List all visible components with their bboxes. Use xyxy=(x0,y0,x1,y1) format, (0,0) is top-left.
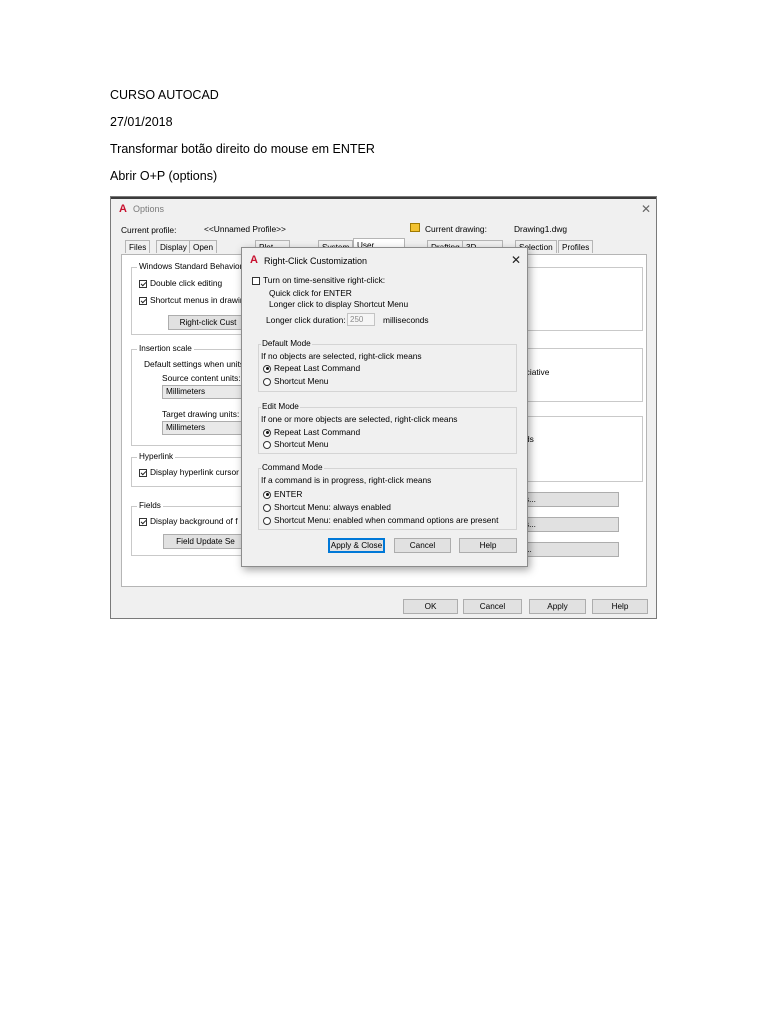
default-repeat-row[interactable]: Repeat Last Command xyxy=(263,363,360,373)
command-shortcut-always-row[interactable]: Shortcut Menu: always enabled xyxy=(263,502,391,512)
hyperlink-cursor-checkbox[interactable] xyxy=(139,468,147,477)
apply-close-button[interactable]: Apply & Close xyxy=(328,538,385,553)
shortcut-menus-row[interactable]: Shortcut menus in drawing xyxy=(139,295,249,305)
edit-shortcut-label: Shortcut Menu xyxy=(274,439,329,449)
right-button-2[interactable]: s... xyxy=(522,517,619,532)
edit-mode-group: Edit Mode If one or more objects are sel… xyxy=(258,402,517,454)
duration-unit: milliseconds xyxy=(383,315,429,325)
default-repeat-label: Repeat Last Command xyxy=(274,363,361,373)
hyperlink-legend: Hyperlink xyxy=(137,452,176,461)
apply-button[interactable]: Apply xyxy=(529,599,586,614)
doc-title: CURSO AUTOCAD xyxy=(110,88,219,102)
field-background-row[interactable]: Display background of f xyxy=(139,516,238,526)
command-shortcut-options-label: Shortcut Menu: enabled when command opti… xyxy=(274,515,499,525)
default-shortcut-row[interactable]: Shortcut Menu xyxy=(263,376,328,386)
autocad-logo-icon: A xyxy=(119,203,127,215)
target-units-label: Target drawing units: xyxy=(162,409,240,419)
duration-input[interactable]: 250 xyxy=(347,313,375,326)
shortcut-menus-checkbox[interactable] xyxy=(139,296,147,305)
default-shortcut-label: Shortcut Menu xyxy=(274,376,329,386)
time-sensitive-row[interactable]: Turn on time-sensitive right-click: xyxy=(252,275,385,285)
double-click-checkbox[interactable] xyxy=(139,279,147,288)
edit-repeat-row[interactable]: Repeat Last Command xyxy=(263,427,360,437)
cancel-button[interactable]: Cancel xyxy=(463,599,522,614)
default-settings-text: Default settings when units xyxy=(144,359,245,369)
time-sensitive-checkbox[interactable] xyxy=(252,276,260,285)
command-shortcut-always-radio[interactable] xyxy=(263,503,271,512)
edit-shortcut-row[interactable]: Shortcut Menu xyxy=(263,439,328,449)
edit-repeat-radio[interactable] xyxy=(263,428,271,437)
default-shortcut-radio[interactable] xyxy=(263,377,271,386)
shortcut-menus-label: Shortcut menus in drawing xyxy=(150,295,250,305)
right-click-customization-button[interactable]: Right-click Cust xyxy=(168,315,248,330)
dialog-help-button[interactable]: Help xyxy=(459,538,517,553)
double-click-label: Double click editing xyxy=(150,278,223,288)
time-sensitive-label: Turn on time-sensitive right-click: xyxy=(263,275,386,285)
field-background-label: Display background of f xyxy=(150,516,238,526)
windows-behavior-legend: Windows Standard Behavior xyxy=(137,262,245,271)
options-screenshot: A Options ✕ Current profile: <<Unnamed P… xyxy=(110,196,657,619)
drawing-icon xyxy=(410,223,420,232)
fields-legend: Fields xyxy=(137,501,163,510)
insertion-scale-legend: Insertion scale xyxy=(137,344,194,353)
command-shortcut-options-radio[interactable] xyxy=(263,516,271,525)
default-mode-group: Default Mode If no objects are selected,… xyxy=(258,339,517,392)
current-profile-label: Current profile: xyxy=(121,225,177,235)
ok-button[interactable]: OK xyxy=(403,599,458,614)
right-click-customization-dialog: A Right-Click Customization ✕ Turn on ti… xyxy=(241,247,528,567)
command-enter-label: ENTER xyxy=(274,489,303,499)
quick-click-text: Quick click for ENTER xyxy=(269,288,352,298)
tab-files[interactable]: Files xyxy=(125,240,151,253)
doc-instruction: Transformar botão direito do mouse em EN… xyxy=(110,142,375,156)
current-profile-value: <<Unnamed Profile>> xyxy=(204,224,286,234)
right-button-3[interactable]: ... xyxy=(522,542,619,557)
options-title: Options xyxy=(133,204,165,214)
command-enter-radio[interactable] xyxy=(263,490,271,499)
tab-profiles[interactable]: Profiles xyxy=(558,240,594,253)
duration-label: Longer click duration: xyxy=(266,315,346,325)
autocad-logo-icon: A xyxy=(250,254,258,266)
hyperlink-cursor-label: Display hyperlink cursor xyxy=(150,467,239,477)
doc-date: 27/01/2018 xyxy=(110,115,173,129)
field-update-settings-button[interactable]: Field Update Se xyxy=(163,534,248,549)
tab-open-save[interactable]: Open and Save xyxy=(189,240,218,278)
default-mode-desc: If no objects are selected, right-click … xyxy=(261,351,422,361)
command-shortcut-always-label: Shortcut Menu: always enabled xyxy=(274,502,391,512)
current-drawing-value: Drawing1.dwg xyxy=(514,224,568,234)
tab-display[interactable]: Display xyxy=(156,240,191,253)
hyperlink-cursor-row[interactable]: Display hyperlink cursor xyxy=(139,467,239,477)
command-enter-row[interactable]: ENTER xyxy=(263,489,302,499)
doc-step: Abrir O+P (options) xyxy=(110,169,218,183)
help-button[interactable]: Help xyxy=(592,599,648,614)
command-mode-legend: Command Mode xyxy=(261,463,324,472)
double-click-row[interactable]: Double click editing xyxy=(139,278,222,288)
current-drawing-label: Current drawing: xyxy=(425,224,487,234)
longer-click-text: Longer click to display Shortcut Menu xyxy=(269,299,409,309)
right-button-1[interactable]: s... xyxy=(522,492,619,507)
command-mode-desc: If a command is in progress, right-click… xyxy=(261,475,432,485)
default-repeat-radio[interactable] xyxy=(263,364,271,373)
default-mode-legend: Default Mode xyxy=(261,339,312,348)
edit-mode-desc: If one or more objects are selected, rig… xyxy=(261,414,458,424)
edit-mode-legend: Edit Mode xyxy=(261,402,300,411)
command-mode-group: Command Mode If a command is in progress… xyxy=(258,463,517,530)
target-units-select[interactable]: Millimeters xyxy=(162,421,252,435)
edit-repeat-label: Repeat Last Command xyxy=(274,427,361,437)
dialog-cancel-button[interactable]: Cancel xyxy=(394,538,451,553)
window-top-border xyxy=(111,197,656,199)
command-shortcut-options-row[interactable]: Shortcut Menu: enabled when command opti… xyxy=(263,515,498,525)
edit-shortcut-radio[interactable] xyxy=(263,440,271,449)
close-icon[interactable]: ✕ xyxy=(641,202,651,216)
source-units-label: Source content units: xyxy=(162,373,241,383)
dialog-close-icon[interactable]: ✕ xyxy=(511,253,521,267)
field-background-checkbox[interactable] xyxy=(139,517,147,526)
dialog-title: Right-Click Customization xyxy=(264,256,368,266)
source-units-select[interactable]: Millimeters xyxy=(162,385,252,399)
